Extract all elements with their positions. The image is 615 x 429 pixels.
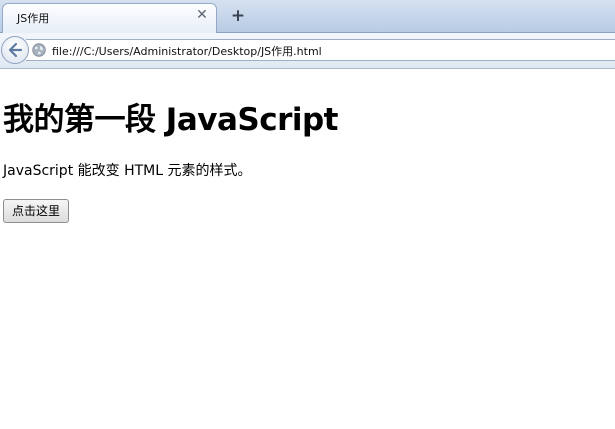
page-content: 我的第一段 JavaScript JavaScript 能改变 HTML 元素的… <box>3 70 608 223</box>
browser-tab[interactable]: JS作用 ✕ <box>2 3 217 33</box>
click-here-button[interactable]: 点击这里 <box>3 199 70 223</box>
navigation-bar: file:///C:/Users/Administrator/Desktop/J… <box>0 33 615 69</box>
back-arrow-icon <box>8 42 23 58</box>
page-heading: 我的第一段 JavaScript <box>3 102 339 138</box>
tab-strip: JS作用 ✕ + <box>0 0 615 33</box>
page-paragraph: JavaScript 能改变 HTML 元素的样式。 <box>3 163 252 179</box>
new-tab-icon[interactable]: + <box>229 7 247 25</box>
globe-icon <box>32 43 46 57</box>
address-bar[interactable]: file:///C:/Users/Administrator/Desktop/J… <box>26 39 615 61</box>
tab-title: JS作用 <box>17 12 50 25</box>
close-tab-icon[interactable]: ✕ <box>194 7 210 23</box>
address-text: file:///C:/Users/Administrator/Desktop/J… <box>52 45 322 58</box>
back-button[interactable] <box>1 36 29 64</box>
